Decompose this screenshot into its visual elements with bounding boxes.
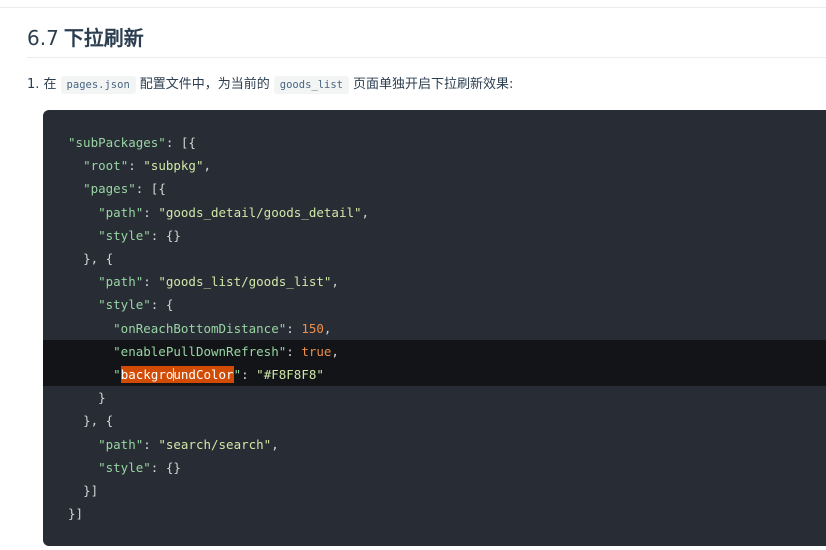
code-string: "search/search" bbox=[158, 436, 272, 452]
code-string: "goods_list/goods_list" bbox=[158, 274, 332, 290]
text-cursor bbox=[173, 368, 174, 381]
inline-code-goods-list: goods_list bbox=[273, 76, 349, 94]
code-string: "#F8F8F8" bbox=[256, 367, 324, 383]
section-title: 下拉刷新 bbox=[63, 26, 144, 50]
code-punct: : {} bbox=[150, 459, 181, 475]
code-block[interactable]: "subPackages": [{ "root": "subpkg", "pag… bbox=[43, 110, 826, 546]
instruction-suffix: 页面单独开启下拉刷新效果: bbox=[353, 77, 514, 92]
code-key: "onReachBottomDistance" bbox=[113, 320, 287, 336]
code-punct: : [{ bbox=[135, 181, 166, 197]
code-punct: : [{ bbox=[165, 135, 196, 150]
section-number: 6.7 bbox=[27, 26, 59, 50]
code-key: "enablePullDownRefresh" bbox=[113, 343, 287, 359]
code-punct: : bbox=[128, 158, 144, 174]
section-heading: 6.7 下拉刷新 bbox=[27, 24, 144, 52]
code-number: 150 bbox=[301, 320, 324, 336]
code-punct: }, { bbox=[83, 413, 114, 429]
heading-divider bbox=[27, 57, 826, 58]
instruction-prefix: 1. 在 bbox=[27, 77, 57, 92]
code-punct: , bbox=[203, 158, 212, 174]
code-punct: : bbox=[143, 274, 159, 290]
selected-text[interactable]: backgroundColor bbox=[120, 366, 234, 384]
code-key: "pages" bbox=[83, 181, 136, 197]
code-key: "subPackages" bbox=[68, 135, 166, 150]
code-key: " bbox=[113, 367, 121, 383]
code-string: "goods_detail/goods_detail" bbox=[158, 204, 362, 220]
code-key: "style" bbox=[98, 227, 151, 243]
code-key: " bbox=[233, 367, 242, 383]
code-key: "path" bbox=[98, 204, 144, 220]
code-punct: , bbox=[331, 343, 339, 359]
code-punct: } bbox=[98, 390, 106, 406]
code-punct: : bbox=[143, 436, 159, 452]
code-key: "path" bbox=[98, 274, 144, 290]
code-punct: : {} bbox=[150, 227, 181, 243]
top-divider bbox=[0, 7, 826, 8]
code-key: "path" bbox=[98, 436, 144, 452]
inline-code-pages-json: pages.json bbox=[60, 76, 136, 94]
code-punct: }] bbox=[68, 506, 84, 522]
code-punct: : bbox=[143, 204, 159, 220]
code-punct: }, { bbox=[83, 251, 114, 267]
code-key: "style" bbox=[98, 459, 151, 475]
code-punct: : bbox=[241, 367, 257, 383]
code-key: "root" bbox=[83, 158, 129, 174]
code-string: "subpkg" bbox=[143, 158, 204, 174]
code-punct: , bbox=[323, 320, 332, 336]
instruction-middle: 配置文件中，为当前的 bbox=[139, 77, 270, 92]
code-boolean: true bbox=[301, 343, 332, 359]
code-punct: : bbox=[286, 320, 302, 336]
code-punct: : { bbox=[150, 297, 174, 313]
code-punct: , bbox=[271, 436, 279, 452]
instruction-paragraph: 1. 在 pages.json 配置文件中，为当前的 goods_list 页面单独开启… bbox=[27, 74, 513, 96]
code-key: "style" bbox=[98, 297, 151, 313]
code-punct: , bbox=[331, 274, 339, 290]
code-punct: : bbox=[286, 343, 302, 359]
code-punct: , bbox=[361, 204, 370, 220]
code-punct: }] bbox=[83, 483, 99, 499]
code-content[interactable]: "subPackages": [{ "root": "subpkg", "pag… bbox=[68, 131, 369, 525]
